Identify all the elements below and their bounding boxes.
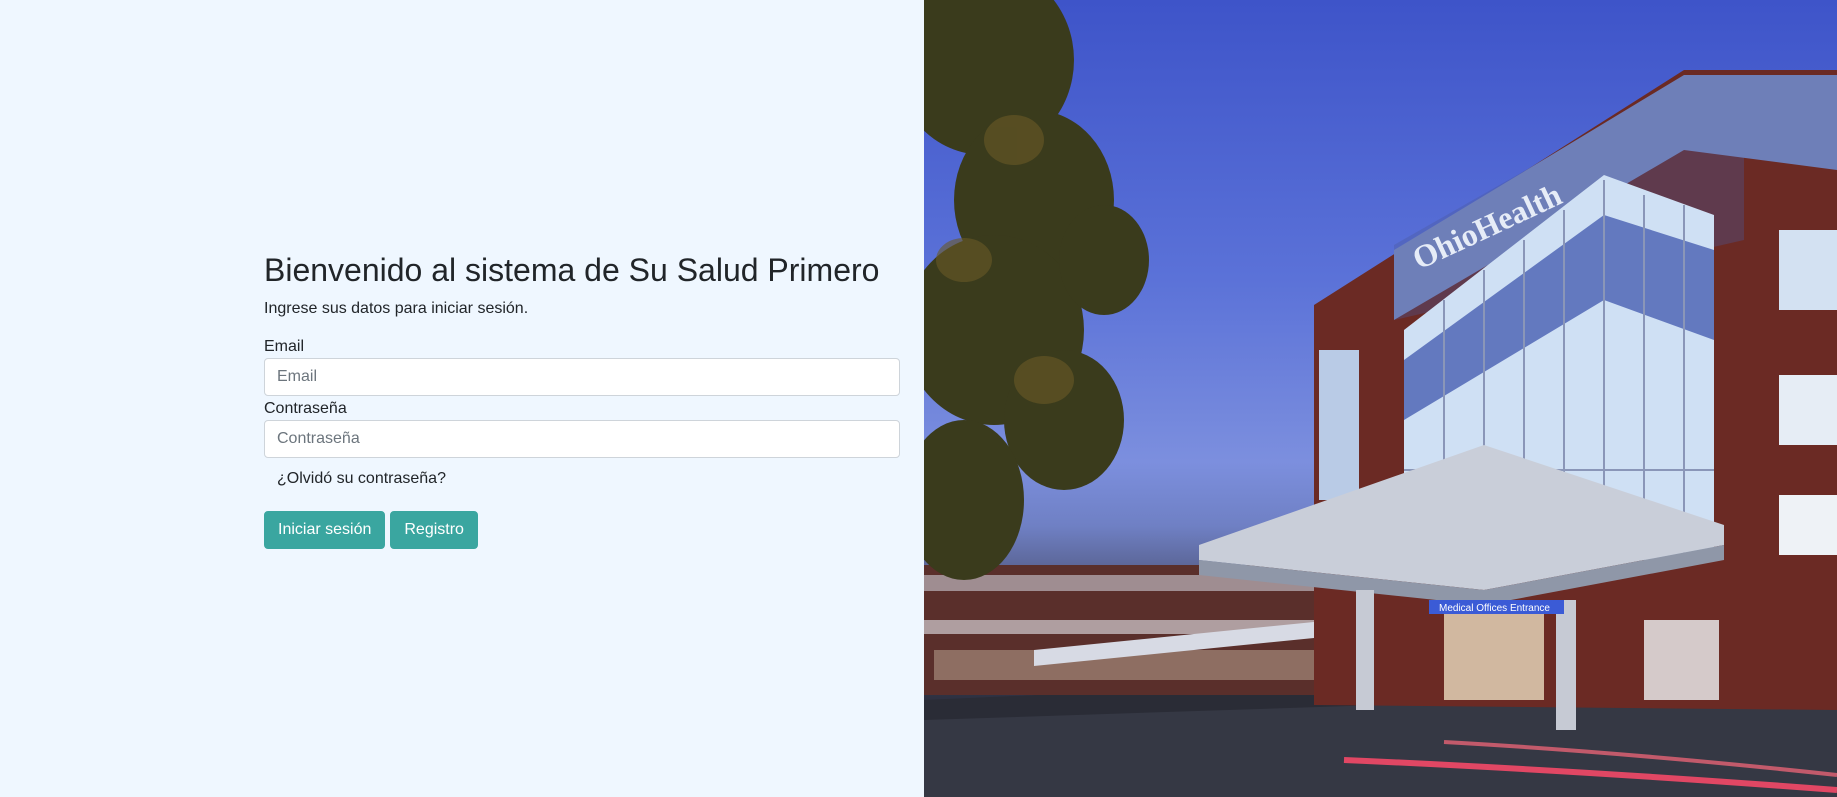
- password-label: Contraseña: [264, 400, 347, 417]
- forgot-password-link[interactable]: ¿Olvidó su contraseña?: [277, 468, 446, 490]
- email-field[interactable]: [264, 358, 900, 396]
- register-button[interactable]: Registro: [390, 511, 478, 549]
- login-panel: Bienvenido al sistema de Su Salud Primer…: [0, 0, 924, 797]
- hospital-building-photo: OhioHealth Medical Offices Entrance: [924, 0, 1837, 797]
- login-button[interactable]: Iniciar sesión: [264, 511, 386, 549]
- entrance-sign: Medical Offices Entrance: [1439, 603, 1550, 614]
- hero-image: OhioHealth Medical Offices Entrance: [924, 0, 1837, 797]
- login-page: Bienvenido al sistema de Su Salud Primer…: [0, 0, 1837, 797]
- email-label: Email: [264, 338, 305, 355]
- form-actions: Iniciar sesión Registro: [264, 511, 900, 549]
- password-field[interactable]: [264, 420, 900, 458]
- page-subtitle: Ingrese sus datos para iniciar sesión.: [264, 300, 529, 317]
- login-form: Bienvenido al sistema de Su Salud Primer…: [264, 248, 900, 549]
- page-title: Bienvenido al sistema de Su Salud Primer…: [264, 252, 880, 288]
